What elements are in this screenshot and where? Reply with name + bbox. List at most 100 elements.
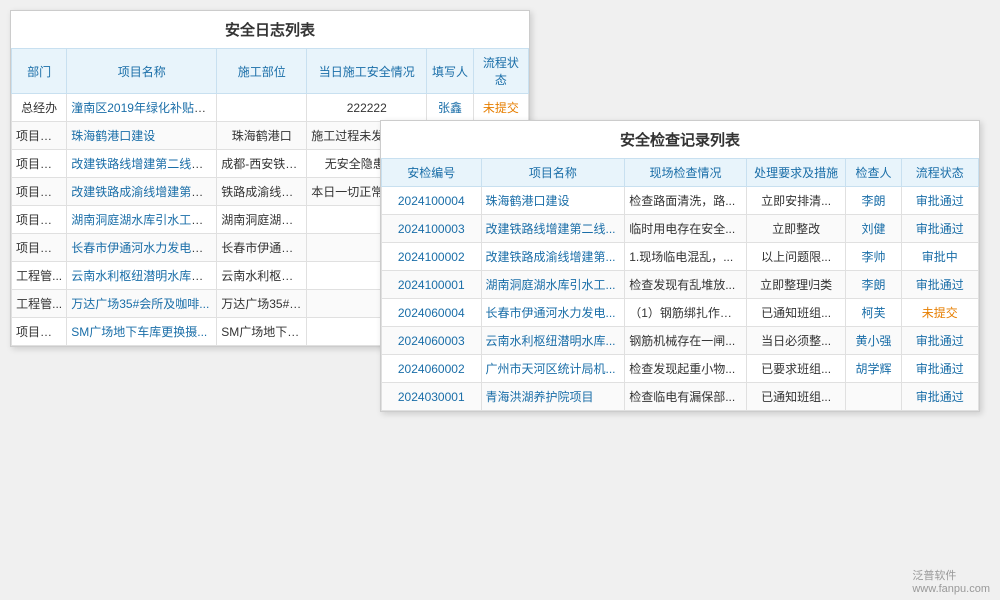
cell-check-id[interactable]: 2024100004 — [382, 187, 482, 215]
cell-check-inspector: 胡学辉 — [846, 355, 901, 383]
cell-check-measures: 立即安排清... — [746, 187, 846, 215]
cell-project[interactable]: SM广场地下车库更换摄... — [67, 318, 217, 346]
table-row: 总经办潼南区2019年绿化补贴项...222222张鑫未提交 — [12, 94, 529, 122]
cell-check-measures: 已通知班组... — [746, 299, 846, 327]
safety-check-panel: 安全检查记录列表 安检编号 项目名称 现场检查情况 处理要求及措施 检查人 流程… — [380, 120, 980, 412]
table-row: 2024060003云南水利枢纽潜明水库...钢筋机械存在一闸...当日必须整.… — [382, 327, 979, 355]
cell-check-inspector: 李朗 — [846, 187, 901, 215]
cell-site: 铁路成渝线（成... — [217, 178, 307, 206]
safety-check-title: 安全检查记录列表 — [381, 121, 979, 158]
cell-check-id[interactable]: 2024100003 — [382, 215, 482, 243]
cell-check-status: 审批中 — [901, 243, 978, 271]
watermark: 泛普软件 www.fanpu.com — [912, 567, 990, 595]
cell-check-id[interactable]: 2024060003 — [382, 327, 482, 355]
safety-log-header-row: 部门 项目名称 施工部位 当日施工安全情况 填写人 流程状态 — [12, 49, 529, 94]
col-header-project: 项目名称 — [67, 49, 217, 94]
cell-dept: 项目二部 — [12, 318, 67, 346]
cell-check-id[interactable]: 2024060002 — [382, 355, 482, 383]
cell-check-id[interactable]: 2024100001 — [382, 271, 482, 299]
cell-check-status: 审批通过 — [901, 215, 978, 243]
cell-check-project[interactable]: 长春市伊通河水力发电... — [481, 299, 625, 327]
col-header-check: 现场检查情况 — [625, 159, 747, 187]
cell-dept: 项目三部 — [12, 234, 67, 262]
cell-check-situation: 1.现场临电混乱，... — [625, 243, 747, 271]
cell-check-project[interactable]: 广州市天河区统计局机... — [481, 355, 625, 383]
cell-check-inspector: 刘健 — [846, 215, 901, 243]
cell-check-measures: 立即整理归类 — [746, 271, 846, 299]
cell-check-id[interactable]: 2024060004 — [382, 299, 482, 327]
table-row: 2024060004长春市伊通河水力发电...（1）钢筋绑扎作业...已通知班组… — [382, 299, 979, 327]
col-header-site: 施工部位 — [217, 49, 307, 94]
cell-check-situation: 检查发现起重小物... — [625, 355, 747, 383]
cell-site: 成都-西安铁路... — [217, 150, 307, 178]
cell-project[interactable]: 湖南洞庭湖水库引水工程... — [67, 206, 217, 234]
cell-check-project[interactable]: 珠海鹤港口建设 — [481, 187, 625, 215]
cell-check-measures: 以上问题限... — [746, 243, 846, 271]
cell-check-situation: 检查路面清洗，路... — [625, 187, 747, 215]
cell-project[interactable]: 改建铁路线增建第二线直... — [67, 150, 217, 178]
cell-check-measures: 已要求班组... — [746, 355, 846, 383]
cell-check-measures: 当日必须整... — [746, 327, 846, 355]
cell-check-project[interactable]: 改建铁路成渝线增建第... — [481, 243, 625, 271]
table-row: 2024030001青海洪湖养护院项目检查临电有漏保部...已通知班组... 审批… — [382, 383, 979, 411]
table-row: 2024100001湖南洞庭湖水库引水工...检查发现有乱堆放...立即整理归类… — [382, 271, 979, 299]
cell-project[interactable]: 潼南区2019年绿化补贴项... — [67, 94, 217, 122]
cell-check-status: 审批通过 — [901, 383, 978, 411]
cell-check-situation: 临时用电存在安全... — [625, 215, 747, 243]
cell-project[interactable]: 万达广场35#会所及咖啡... — [67, 290, 217, 318]
main-container: 安全日志列表 部门 项目名称 施工部位 当日施工安全情况 填写人 流程状态 总经… — [0, 0, 1000, 600]
cell-site: 长春市伊通河水... — [217, 234, 307, 262]
cell-check-inspector — [846, 383, 901, 411]
cell-check-situation: 检查发现有乱堆放... — [625, 271, 747, 299]
cell-check-inspector: 黄小强 — [846, 327, 901, 355]
cell-check-project[interactable]: 云南水利枢纽潜明水库... — [481, 327, 625, 355]
col-header-writer: 填写人 — [427, 49, 473, 94]
cell-site: 湖南洞庭湖水库 — [217, 206, 307, 234]
watermark-line1: 泛普软件 — [912, 567, 990, 583]
cell-dept: 项目一部 — [12, 206, 67, 234]
table-row: 2024100004珠海鹤港口建设检查路面清洗，路...立即安排清...李朗审批… — [382, 187, 979, 215]
cell-dept: 项目二部 — [12, 178, 67, 206]
cell-project[interactable]: 珠海鹤港口建设 — [67, 122, 217, 150]
safety-log-title: 安全日志列表 — [11, 11, 529, 48]
cell-check-measures: 已通知班组... — [746, 383, 846, 411]
cell-project[interactable]: 改建铁路成渝线增建第二... — [67, 178, 217, 206]
table-row: 2024060002广州市天河区统计局机...检查发现起重小物...已要求班组.… — [382, 355, 979, 383]
cell-check-project[interactable]: 青海洪湖养护院项目 — [481, 383, 625, 411]
cell-check-status: 审批通过 — [901, 187, 978, 215]
cell-status: 未提交 — [473, 94, 528, 122]
cell-dept: 项目一部 — [12, 150, 67, 178]
cell-site: 万达广场35#会... — [217, 290, 307, 318]
cell-check-project[interactable]: 湖南洞庭湖水库引水工... — [481, 271, 625, 299]
cell-check-id[interactable]: 2024100002 — [382, 243, 482, 271]
cell-dept: 项目三部 — [12, 122, 67, 150]
table-row: 2024100002改建铁路成渝线增建第...1.现场临电混乱，...以上问题限… — [382, 243, 979, 271]
cell-check-situation: 检查临电有漏保部... — [625, 383, 747, 411]
cell-check-status: 未提交 — [901, 299, 978, 327]
col-header-dept: 部门 — [12, 49, 67, 94]
safety-check-table: 安检编号 项目名称 现场检查情况 处理要求及措施 检查人 流程状态 202410… — [381, 158, 979, 411]
cell-check-inspector: 柯芙 — [846, 299, 901, 327]
cell-check-status: 审批通过 — [901, 355, 978, 383]
cell-dept: 总经办 — [12, 94, 67, 122]
cell-dept: 工程管... — [12, 290, 67, 318]
cell-check-id[interactable]: 2024030001 — [382, 383, 482, 411]
cell-check-status: 审批通过 — [901, 327, 978, 355]
cell-check-situation: 钢筋机械存在一闸... — [625, 327, 747, 355]
cell-writer[interactable]: 张鑫 — [427, 94, 473, 122]
col-header-project-r: 项目名称 — [481, 159, 625, 187]
cell-check-situation: （1）钢筋绑扎作业... — [625, 299, 747, 327]
table-row: 2024100003改建铁路线增建第二线...临时用电存在安全...立即整改刘健… — [382, 215, 979, 243]
col-header-id: 安检编号 — [382, 159, 482, 187]
cell-check-project[interactable]: 改建铁路线增建第二线... — [481, 215, 625, 243]
cell-check-inspector: 李帅 — [846, 243, 901, 271]
cell-check-inspector: 李朗 — [846, 271, 901, 299]
cell-project[interactable]: 云南水利枢纽潜明水库一... — [67, 262, 217, 290]
col-header-inspector: 检查人 — [846, 159, 901, 187]
col-header-measures: 处理要求及措施 — [746, 159, 846, 187]
cell-site: 云南水利枢纽潜... — [217, 262, 307, 290]
col-header-status: 流程状态 — [473, 49, 528, 94]
col-header-status-r: 流程状态 — [901, 159, 978, 187]
safety-check-header-row: 安检编号 项目名称 现场检查情况 处理要求及措施 检查人 流程状态 — [382, 159, 979, 187]
cell-project[interactable]: 长春市伊通河水力发电厂... — [67, 234, 217, 262]
